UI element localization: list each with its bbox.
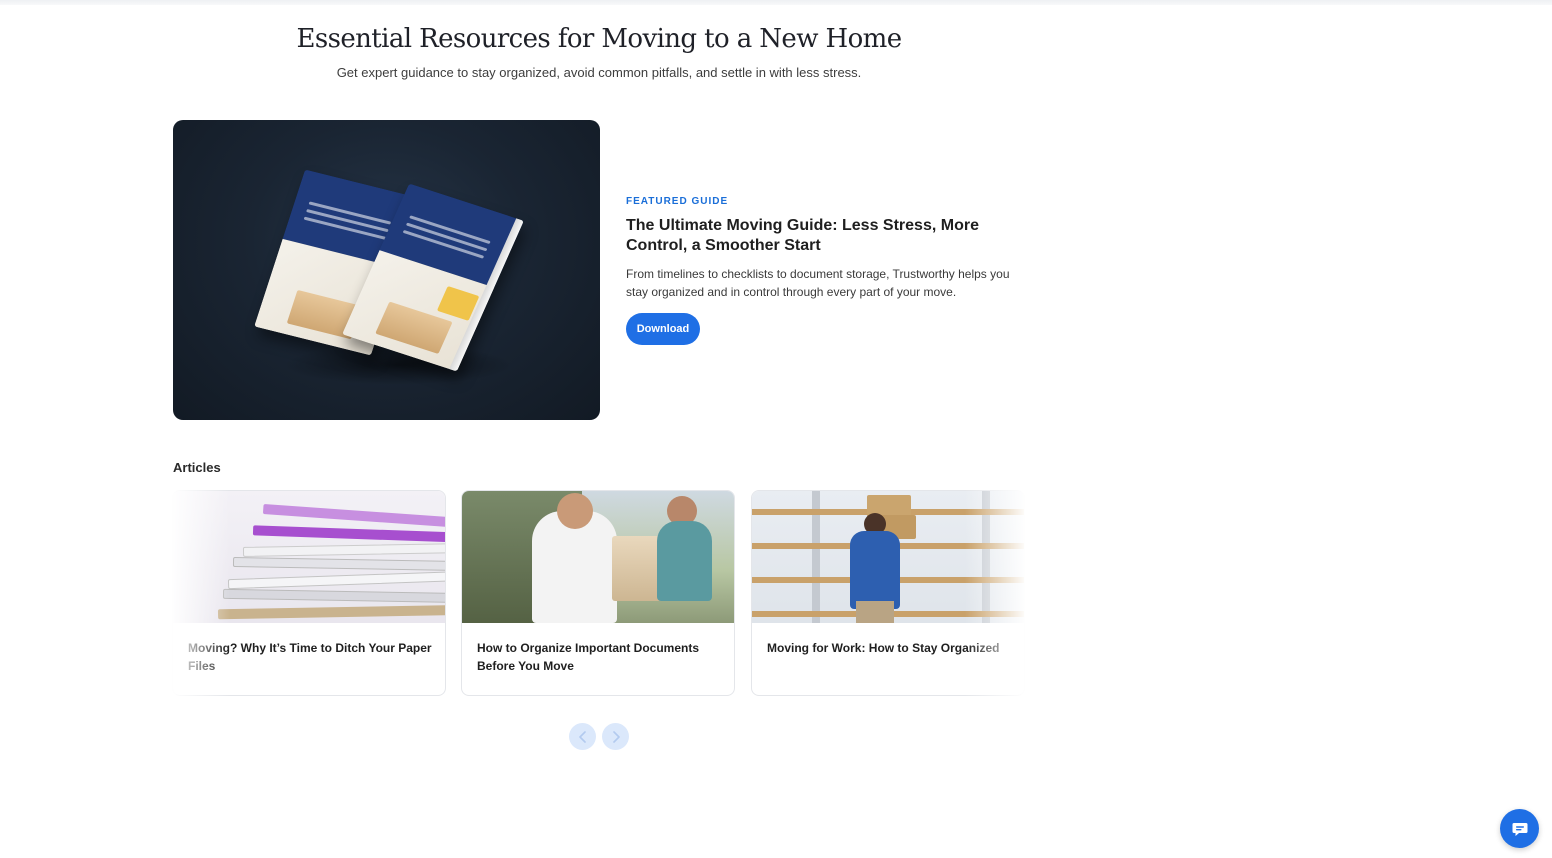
article-card[interactable]: Moving for Work: How to Stay Organized	[751, 490, 1025, 696]
carousel-prev-button[interactable]	[569, 723, 596, 750]
article-card[interactable]: Moving? Why It’s Time to Ditch Your Pape…	[172, 490, 446, 696]
page-subtitle: Get expert guidance to stay organized, a…	[336, 65, 862, 80]
chevron-right-icon	[612, 730, 620, 743]
carousel-next-button[interactable]	[602, 723, 629, 750]
article-card[interactable]: How to Organize Important Documents Befo…	[461, 490, 735, 696]
article-title: Moving? Why It’s Time to Ditch Your Pape…	[188, 641, 432, 673]
chevron-left-icon	[578, 730, 586, 743]
chat-bubble-icon	[1512, 822, 1527, 836]
article-title: Moving for Work: How to Stay Organized	[767, 641, 1000, 655]
chat-button[interactable]	[1500, 809, 1539, 848]
article-title: How to Organize Important Documents Befo…	[477, 641, 700, 673]
download-button[interactable]: Download	[626, 313, 700, 345]
featured-guide-image[interactable]	[173, 120, 600, 420]
article-image-movers	[462, 491, 734, 623]
article-image-truck	[752, 491, 1024, 623]
featured-title[interactable]: The Ultimate Moving Guide: Less Stress, …	[626, 216, 1026, 256]
article-image-papers	[173, 491, 445, 623]
articles-heading: Articles	[173, 460, 221, 475]
page-title: Essential Resources for Moving to a New …	[296, 24, 903, 54]
featured-kicker: FEATURED GUIDE	[626, 196, 729, 207]
featured-description: From timelines to checklists to document…	[626, 267, 1010, 299]
top-divider	[0, 0, 1552, 5]
